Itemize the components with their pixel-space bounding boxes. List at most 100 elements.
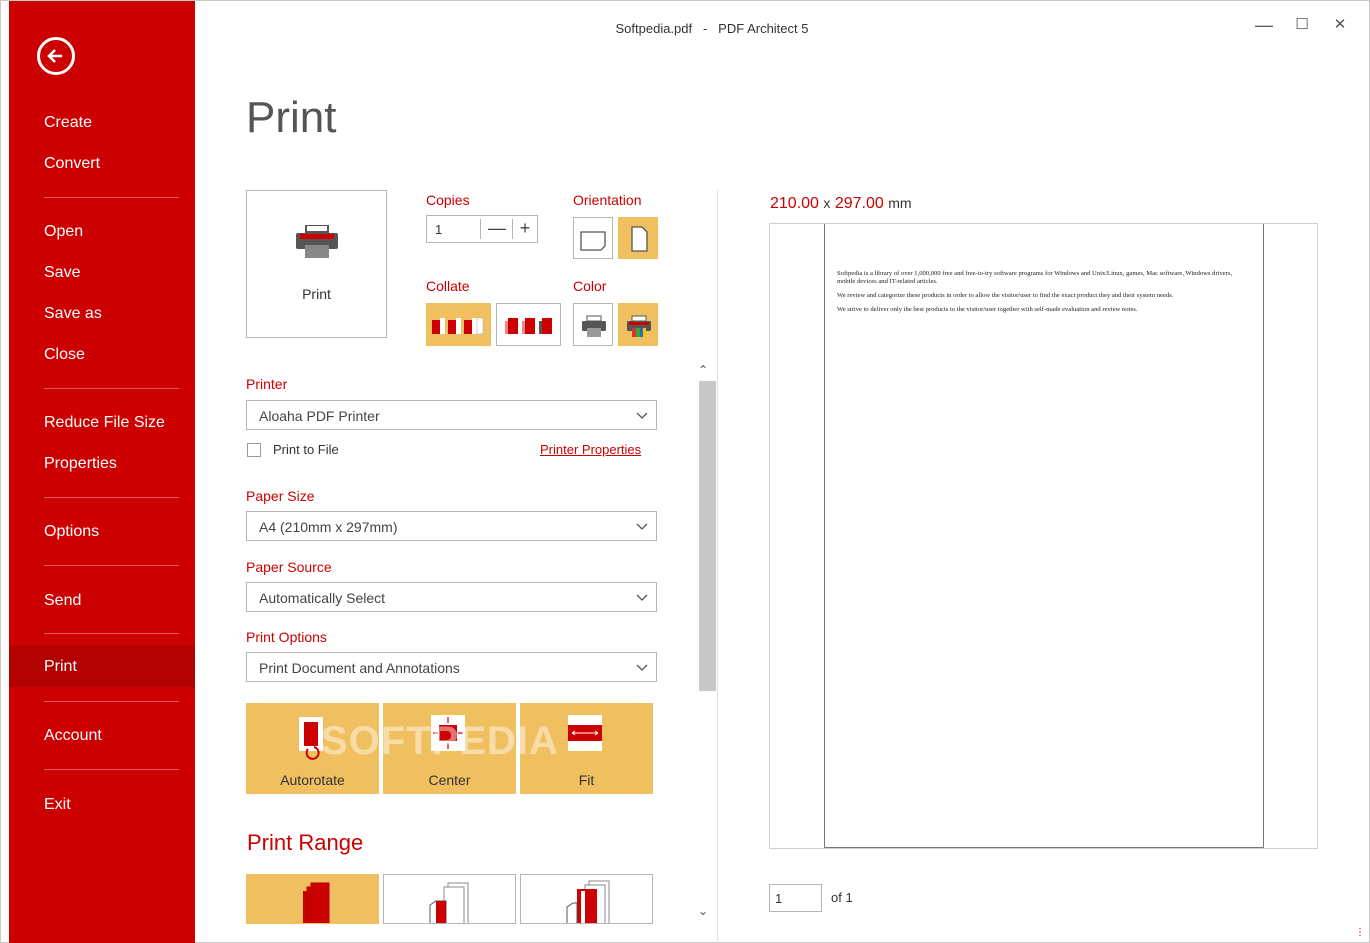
dimension-separator: x (823, 195, 831, 211)
preview-paragraph: We strive to deliver only the best produ… (837, 306, 1138, 313)
maximize-button[interactable]: ☐ (1287, 13, 1317, 37)
page-number-input[interactable]: 1 (769, 884, 822, 912)
collate-on-button[interactable] (426, 303, 491, 346)
color-printer-icon (627, 315, 651, 337)
window-title: Softpedia.pdf - PDF Architect 5 (195, 21, 1369, 36)
close-button[interactable]: ✕ (1325, 13, 1355, 37)
page-title: Print (246, 93, 337, 142)
preview-paragraph: We review and categorize these products … (837, 292, 1174, 299)
sidebar-item-convert[interactable]: Convert (9, 146, 195, 182)
scroll-up-arrow[interactable]: ⌃ (698, 363, 708, 377)
paper-dimensions: 210.00 x 297.00 mm (770, 195, 912, 213)
panel-divider (717, 190, 718, 943)
center-label: Center (428, 772, 471, 788)
print-preview: Softpedia is a library of over 1,000,000… (769, 223, 1318, 849)
collated-pages-icon (432, 317, 484, 335)
print-to-file-checkbox[interactable] (247, 443, 261, 457)
sidebar-divider (44, 497, 179, 498)
resize-grip-icon[interactable]: ⋮ (1355, 927, 1365, 938)
fit-icon (568, 715, 602, 751)
backstage-sidebar: Create Convert Open Save Save as Close R… (9, 1, 195, 943)
sidebar-item-options[interactable]: Options (9, 514, 195, 550)
print-range-all-button[interactable] (246, 874, 379, 924)
paper-source-select[interactable]: Automatically Select (246, 582, 657, 612)
copies-decrement-button[interactable]: — (485, 218, 509, 240)
paper-width: 210.00 (770, 195, 819, 212)
orientation-label: Orientation (573, 192, 642, 208)
copies-stepper[interactable]: 1 — + (426, 215, 538, 243)
preview-paragraph: Softpedia is a library of over 1,000,000… (837, 270, 1233, 285)
print-button[interactable]: Print (246, 190, 387, 338)
sidebar-item-send[interactable]: Send (9, 583, 195, 619)
paper-source-select-value: Automatically Select (259, 590, 386, 606)
copies-increment-button[interactable]: + (513, 218, 537, 240)
printer-select-value: Aloaha PDF Printer (259, 408, 380, 424)
paper-size-select-value: A4 (210mm x 297mm) (259, 519, 398, 535)
collate-label: Collate (426, 278, 470, 294)
back-button[interactable] (37, 37, 75, 75)
scrollbar-thumb[interactable] (699, 381, 716, 691)
sidebar-divider (44, 769, 179, 770)
print-options-select[interactable]: Print Document and Annotations (246, 652, 657, 682)
sidebar-divider (44, 197, 179, 198)
sidebar-item-close[interactable]: Close (9, 337, 195, 373)
paper-size-label: Paper Size (246, 488, 315, 504)
preview-page: Softpedia is a library of over 1,000,000… (824, 224, 1264, 848)
portrait-orientation-button[interactable] (618, 217, 658, 259)
sidebar-divider (44, 565, 179, 566)
sidebar-item-reduce-file-size[interactable]: Reduce File Size (9, 405, 195, 441)
copies-input[interactable]: 1 (435, 222, 442, 237)
stepper-divider (480, 219, 481, 239)
copies-label: Copies (426, 192, 470, 208)
sidebar-item-properties[interactable]: Properties (9, 446, 195, 482)
sidebar-item-create[interactable]: Create (9, 105, 195, 141)
sidebar-item-exit[interactable]: Exit (9, 787, 195, 823)
paper-size-select[interactable]: A4 (210mm x 297mm) (246, 511, 657, 541)
title-separator: - (702, 21, 708, 36)
collate-off-button[interactable] (496, 303, 561, 346)
printer-icon (296, 225, 338, 258)
center-icon (431, 715, 465, 751)
fit-button[interactable]: Fit (520, 703, 653, 794)
app-window: Create Convert Open Save Save as Close R… (0, 0, 1370, 943)
sidebar-divider (44, 701, 179, 702)
all-pages-icon (303, 882, 330, 923)
current-page-icon (429, 882, 469, 923)
grayscale-button[interactable] (573, 303, 613, 346)
print-options-label: Print Options (246, 629, 327, 645)
document-name: Softpedia.pdf (615, 21, 693, 36)
printer-properties-link[interactable]: Printer Properties (540, 442, 641, 457)
print-range-current-button[interactable] (383, 874, 516, 924)
grayscale-printer-icon (582, 315, 606, 337)
page-count: of 1 (831, 890, 853, 905)
sidebar-divider (44, 388, 179, 389)
print-range-pages-button[interactable] (520, 874, 653, 924)
chevron-down-icon (636, 664, 648, 671)
print-to-file-label: Print to File (273, 442, 339, 457)
sidebar-item-print[interactable]: Print (9, 646, 195, 687)
app-name: PDF Architect 5 (718, 21, 809, 36)
page-range-icon (566, 880, 610, 923)
print-options-select-value: Print Document and Annotations (259, 660, 460, 676)
chevron-down-icon (636, 594, 648, 601)
printer-select[interactable]: Aloaha PDF Printer (246, 400, 657, 430)
autorotate-button[interactable]: Autorotate (246, 703, 379, 794)
center-button[interactable]: Center (383, 703, 516, 794)
print-range-title: Print Range (247, 830, 364, 855)
autorotate-label: Autorotate (280, 772, 345, 788)
print-button-label: Print (302, 286, 331, 302)
fit-label: Fit (578, 772, 595, 788)
paper-height: 297.00 (834, 195, 884, 212)
color-print-button[interactable] (618, 303, 658, 346)
landscape-orientation-button[interactable] (573, 217, 613, 259)
arrow-left-icon (47, 49, 62, 63)
scroll-down-arrow[interactable]: ⌄ (698, 904, 708, 918)
sidebar-item-save[interactable]: Save (9, 255, 195, 291)
chevron-down-icon (636, 523, 648, 530)
sidebar-item-save-as[interactable]: Save as (9, 296, 195, 332)
chevron-down-icon (636, 412, 648, 419)
title-bar: Softpedia.pdf - PDF Architect 5 — ☐ ✕ (195, 1, 1369, 59)
minimize-button[interactable]: — (1249, 13, 1279, 37)
sidebar-item-account[interactable]: Account (9, 718, 195, 754)
sidebar-item-open[interactable]: Open (9, 214, 195, 250)
